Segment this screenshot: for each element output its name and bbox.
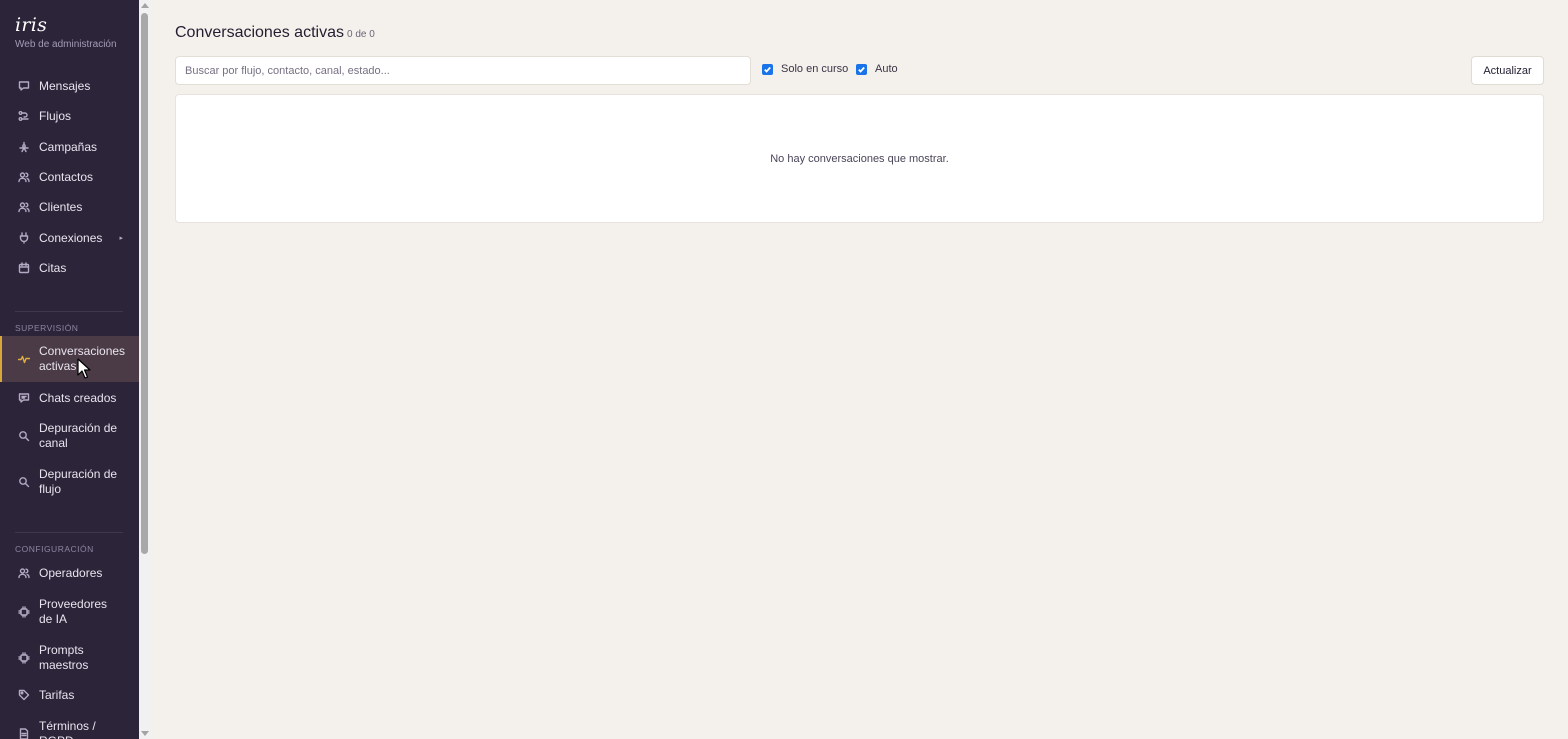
sidebar-item-label: Conexiones bbox=[39, 230, 103, 245]
sidebar-divider bbox=[15, 311, 123, 312]
users-icon bbox=[18, 201, 30, 213]
sidebar-item-depuracion-canal[interactable]: Depuración de canal bbox=[0, 420, 139, 452]
brand-name: iris bbox=[15, 14, 48, 36]
conversation-count: 0 de 0 bbox=[347, 29, 375, 40]
sidebar: iris Web de administración Mensajes Fluj… bbox=[0, 0, 139, 739]
sidebar-item-label: Prompts maestros bbox=[39, 643, 89, 672]
sidebar-item-label: Tarifas bbox=[39, 687, 75, 702]
filter-auto-checkbox[interactable]: Auto bbox=[856, 63, 898, 75]
sidebar-item-campanas[interactable]: Campañas bbox=[0, 139, 139, 155]
sidebar-item-label: Operadores bbox=[39, 565, 103, 580]
chip-icon bbox=[18, 606, 30, 618]
sidebar-item-depuracion-flujo[interactable]: Depuración de flujo bbox=[0, 466, 139, 498]
sidebar-item-tarifas[interactable]: Tarifas bbox=[0, 687, 139, 703]
sidebar-item-citas[interactable]: Citas bbox=[0, 260, 139, 276]
scroll-down-icon[interactable] bbox=[141, 731, 149, 736]
chip-icon bbox=[18, 652, 30, 664]
filter-in-progress-checkbox[interactable]: Solo en curso bbox=[762, 63, 848, 75]
chevron-right-icon: ▸ bbox=[119, 235, 123, 242]
sidebar-item-terminos-rgpd[interactable]: Términos / RGPD bbox=[0, 718, 139, 739]
main-content: Conversaciones activas 0 de 0 Solo en cu… bbox=[151, 0, 1568, 739]
campaign-icon bbox=[18, 141, 30, 153]
sidebar-item-label: Depuración de canal bbox=[39, 421, 118, 450]
search-icon bbox=[18, 476, 30, 488]
brand: iris Web de administración bbox=[15, 14, 117, 50]
sidebar-item-clientes[interactable]: Clientes bbox=[0, 199, 139, 215]
sidebar-item-label: Contactos bbox=[39, 169, 94, 184]
search-input[interactable] bbox=[175, 56, 751, 85]
flow-icon bbox=[18, 110, 30, 122]
mouse-cursor-icon bbox=[77, 358, 91, 379]
sidebar-item-conversaciones-activas[interactable]: Conversaciones activas bbox=[0, 336, 139, 382]
brand-subtitle: Web de administración bbox=[15, 39, 117, 50]
sidebar-item-label: Términos / RGPD bbox=[39, 719, 96, 739]
plug-icon bbox=[18, 232, 30, 244]
sidebar-item-conexiones[interactable]: Conexiones ▸ bbox=[0, 230, 139, 246]
conversations-panel: No hay conversaciones que mostrar. bbox=[175, 94, 1544, 223]
checkbox-checked-icon[interactable] bbox=[856, 63, 867, 75]
sidebar-item-label: Mensajes bbox=[39, 78, 91, 93]
sidebar-item-label: Depuración de flujo bbox=[39, 467, 118, 496]
sidebar-item-label: Campañas bbox=[39, 139, 98, 154]
scroll-thumb[interactable] bbox=[141, 13, 148, 554]
sidebar-item-label: Proveedores de IA bbox=[39, 597, 108, 626]
sidebar-item-prompts-maestros[interactable]: Prompts maestros bbox=[0, 642, 139, 674]
search-icon bbox=[18, 430, 30, 442]
sidebar-scrollbar[interactable] bbox=[139, 0, 151, 739]
users-icon bbox=[18, 567, 30, 579]
sidebar-item-operadores[interactable]: Operadores bbox=[0, 565, 139, 581]
calendar-icon bbox=[18, 262, 30, 274]
checkbox-checked-icon[interactable] bbox=[762, 63, 773, 75]
sidebar-item-mensajes[interactable]: Mensajes bbox=[0, 78, 139, 94]
sidebar-item-proveedores-ia[interactable]: Proveedores de IA bbox=[0, 596, 139, 628]
sidebar-item-label: Chats creados bbox=[39, 390, 117, 405]
sidebar-divider bbox=[15, 532, 123, 533]
section-label-supervision: SUPERVISIÓN bbox=[15, 323, 79, 333]
page-title: Conversaciones activas bbox=[175, 24, 344, 41]
message-icon bbox=[18, 80, 30, 92]
section-label-configuracion: CONFIGURACIÓN bbox=[15, 544, 94, 554]
sidebar-item-label: Flujos bbox=[39, 108, 72, 123]
sidebar-item-label: Citas bbox=[39, 260, 67, 275]
filter-in-progress-label: Solo en curso bbox=[781, 63, 849, 75]
filter-auto-label: Auto bbox=[875, 63, 898, 75]
sidebar-item-contactos[interactable]: Contactos bbox=[0, 169, 139, 185]
sidebar-item-label: Clientes bbox=[39, 199, 83, 214]
users-icon bbox=[18, 171, 30, 183]
sidebar-item-chats-creados[interactable]: Chats creados bbox=[0, 390, 139, 406]
refresh-button[interactable]: Actualizar bbox=[1471, 56, 1544, 85]
activity-icon bbox=[18, 353, 30, 365]
document-icon bbox=[18, 728, 30, 739]
sidebar-item-flujos[interactable]: Flujos bbox=[0, 108, 139, 124]
empty-state-message: No hay conversaciones que mostrar. bbox=[770, 152, 949, 165]
scroll-up-icon[interactable] bbox=[141, 3, 149, 8]
tag-icon bbox=[18, 689, 30, 701]
chat-icon bbox=[18, 392, 30, 404]
